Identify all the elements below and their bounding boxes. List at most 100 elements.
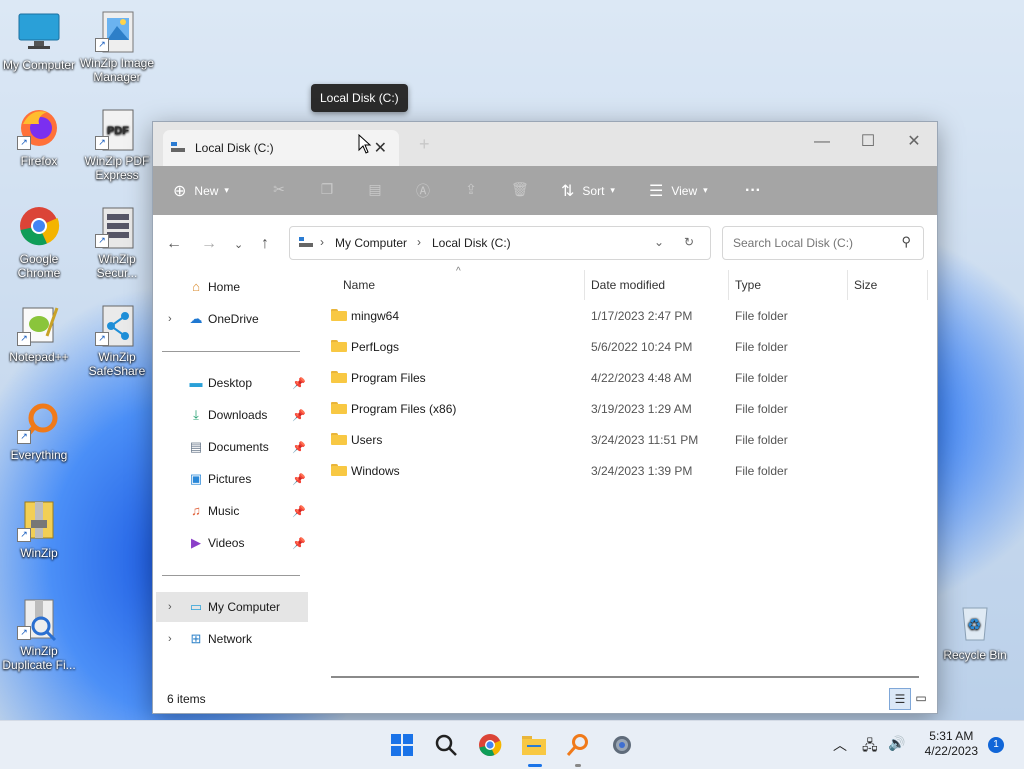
search-input[interactable] [731,235,895,251]
everything-search-icon: ↗ [17,400,61,444]
monitor-icon [17,10,61,54]
file-name: Program Files [351,371,426,385]
taskbar-everything-button[interactable] [562,729,594,767]
sidebar-item-my-computer[interactable]: › ▭ My Computer [156,592,308,622]
paste-icon[interactable]: ▤ [367,181,383,197]
tray-overflow-chevron-icon[interactable]: ︿ [833,735,847,755]
table-row[interactable]: PerfLogs 5/6/2022 10:24 PM File folder [327,331,927,362]
desktop-icon-notepad-plus-plus[interactable]: ↗ Notepad++ [0,302,78,364]
table-row[interactable]: Windows 3/24/2023 1:39 PM File folder [327,455,927,486]
volume-icon[interactable]: 🔊 [888,735,905,752]
notification-badge[interactable]: 1 [988,737,1004,753]
desktop-icon-everything[interactable]: ↗ Everything [0,400,78,462]
desktop-icon-google-chrome[interactable]: Google Chrome [0,204,78,280]
clock[interactable]: 5:31 AM 4/22/2023 [925,729,978,759]
search-box[interactable]: ⚲ [722,226,924,260]
sidebar-item-downloads[interactable]: ⤓ Downloads 📌 [156,400,308,430]
sidebar-item-documents[interactable]: ▤ Documents 📌 [156,432,308,462]
music-icon: ♫ [191,503,201,518]
sidebar-item-onedrive[interactable]: › ☁ OneDrive [156,304,308,334]
table-row[interactable]: mingw64 1/17/2023 2:47 PM File folder [327,300,927,331]
desktop-icon-recycle-bin[interactable]: ♻ Recycle Bin [936,600,1014,662]
desktop-icon-winzip[interactable]: ↗ WinZip [0,498,78,560]
forward-arrow-icon[interactable]: → [201,235,217,253]
sort-button[interactable]: ⇅ Sort ▾ [561,166,615,215]
share-icon[interactable]: ⇪ [463,181,479,197]
recent-chevron-icon[interactable]: ⌄ [234,238,243,251]
sidebar-item-home[interactable]: ⌂ Home [156,272,308,302]
up-arrow-icon[interactable]: ↑ [261,235,269,253]
pin-icon[interactable]: 📌 [292,537,306,550]
taskbar-settings-button[interactable] [606,729,638,761]
close-window-button[interactable]: ✕ [891,128,937,156]
column-divider[interactable] [927,270,928,300]
sidebar-item-videos[interactable]: ▶ Videos 📌 [156,528,308,558]
table-row[interactable]: Users 3/24/2023 11:51 PM File folder [327,424,927,455]
expand-chevron-icon[interactable]: › [168,633,172,645]
address-bar[interactable]: › My Computer › Local Disk (C:) ⌄ ↻ [289,226,711,260]
tiles-view-icon[interactable]: ▭ [911,688,931,708]
sidebar-item-network[interactable]: › ⊞ Network [156,624,308,654]
desktop-icon-my-computer[interactable]: My Computer [0,10,78,72]
chevron-down-icon: ▾ [224,185,229,195]
details-view-icon[interactable]: ☰ [889,688,911,710]
new-button[interactable]: ⊕ New ▾ [173,166,229,215]
view-label: View [671,183,698,198]
table-row[interactable]: Program Files (x86) 3/19/2023 1:29 AM Fi… [327,393,927,424]
table-row[interactable]: Program Files 4/22/2023 4:48 AM File fol… [327,362,927,393]
horizontal-scrollbar[interactable] [331,676,919,678]
breadcrumb-local-disk[interactable]: Local Disk (C:) [432,236,511,250]
sidebar-item-desktop[interactable]: ▬ Desktop 📌 [156,368,308,398]
file-name: PerfLogs [351,340,400,354]
breadcrumb-my-computer[interactable]: My Computer [335,236,407,250]
maximize-button[interactable]: ☐ [845,128,891,156]
taskbar-search-button[interactable] [430,729,462,761]
address-dropdown-icon[interactable]: ⌄ [654,235,664,249]
desktop-icon-label: WinZip Secur... [96,252,138,280]
copy-icon[interactable]: ❐ [319,181,335,197]
file-name: mingw64 [351,309,400,323]
desktop-icon-winzip-pdf-express[interactable]: PDF ↗ WinZip PDF Express [78,106,156,182]
sidebar-item-pictures[interactable]: ▣ Pictures 📌 [156,464,308,494]
desktop-icon-winzip-safeshare[interactable]: ↗ WinZip SafeShare [78,302,156,378]
file-type: File folder [735,309,788,323]
refresh-icon[interactable]: ↻ [684,235,694,249]
minimize-button[interactable]: — [799,128,845,156]
taskbar-file-explorer-button[interactable] [518,729,550,767]
column-header-size[interactable]: Size [854,270,924,300]
column-divider[interactable] [584,270,585,300]
expand-chevron-icon[interactable]: › [168,601,172,613]
desktop-icon-firefox[interactable]: ↗ Firefox [0,106,78,168]
network-status-icon[interactable]: 🖧 [862,735,878,759]
view-button[interactable]: ☰ View ▾ [649,166,708,215]
column-header-name[interactable]: Name [343,270,583,300]
pin-icon[interactable]: 📌 [292,409,306,422]
pin-icon[interactable]: 📌 [292,505,306,518]
start-button[interactable] [386,729,418,761]
back-arrow-icon[interactable]: ← [166,235,182,253]
pin-icon[interactable]: 📌 [292,441,306,454]
sidebar-item-label: Network [208,632,253,646]
cut-icon[interactable]: ✂ [271,181,287,197]
more-options-button[interactable]: ··· [745,166,761,215]
desktop-icon-winzip-image-manager[interactable]: ↗ WinZip Image Manager [78,8,156,84]
desktop-icon-winzip-secure[interactable]: ↗ WinZip Secur... [78,204,156,280]
pin-icon[interactable]: 📌 [292,473,306,486]
delete-icon[interactable]: 🗑 [511,181,529,197]
file-list: ^ Name Date modified Type Size mingw64 1… [313,266,937,682]
desktop-icon-label: Firefox [20,154,58,168]
column-header-date[interactable]: Date modified [591,270,731,300]
column-divider[interactable] [728,270,729,300]
column-header-type[interactable]: Type [735,270,845,300]
chrome-icon [479,734,502,756]
column-divider[interactable] [847,270,848,300]
pin-icon[interactable]: 📌 [292,377,306,390]
tab-close-icon[interactable]: ✕ [374,138,387,158]
rename-icon[interactable]: Ⓐ [415,181,431,199]
sidebar-item-music[interactable]: ♫ Music 📌 [156,496,308,526]
desktop-icon-winzip-duplicate-finder[interactable]: ↗ WinZip Duplicate Fi... [0,596,78,672]
new-tab-icon[interactable]: + [419,134,430,155]
expand-chevron-icon[interactable]: › [168,313,172,325]
desktop-icon-label: Everything [10,448,68,462]
taskbar-chrome-button[interactable] [474,729,506,761]
